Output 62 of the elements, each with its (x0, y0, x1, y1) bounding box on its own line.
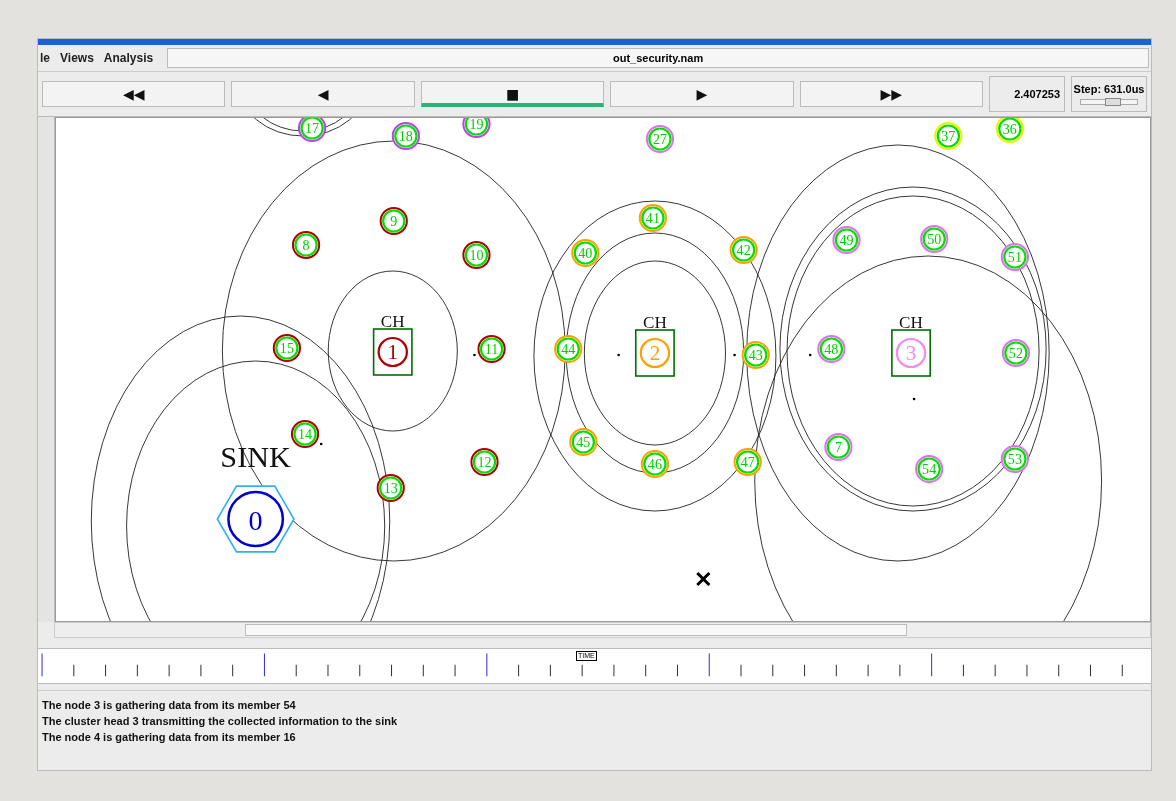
network-node: 27 (645, 125, 675, 153)
step-label: Step: 631.0us (1073, 83, 1145, 95)
network-node: 8 (291, 231, 321, 259)
menu-item[interactable]: le (40, 51, 50, 65)
log-message: The node 4 is gathering data from its member 16 (42, 730, 297, 745)
network-node: 43 (741, 341, 770, 369)
cluster-head-node: 2 (634, 329, 675, 377)
network-node: 53 (1000, 445, 1029, 473)
node-label: CH (643, 313, 667, 332)
packet-dot (617, 353, 620, 357)
network-node: 47 (733, 448, 762, 476)
cluster-head-node: 3 (891, 329, 931, 377)
node-label: CH (899, 313, 923, 332)
network-node: 7 (824, 433, 853, 461)
network-node: 14 (290, 420, 320, 448)
network-node: 40 (571, 239, 600, 267)
network-node: 42 (729, 236, 758, 264)
network-node: 9 (379, 207, 408, 235)
playback-button[interactable]: ◀ (231, 81, 415, 107)
log-message: The cluster head 3 transmitting the collected information to the sink (42, 714, 399, 729)
network-node: 11 (477, 335, 506, 363)
node-label: CH (380, 312, 405, 331)
network-node: 44 (554, 335, 583, 363)
packet-dot (912, 397, 916, 401)
playback-button[interactable]: ▶▶ (799, 81, 984, 107)
log-message: The node 3 is gathering data from its member 54 (42, 698, 297, 713)
network-node: 12 (470, 448, 499, 476)
network-node: 15 (272, 334, 301, 362)
network-node: 48 (817, 335, 846, 363)
network-node: 13 (376, 474, 405, 502)
time-display: 2.407253 (989, 76, 1066, 112)
network-node: 46 (640, 450, 670, 478)
playback-button[interactable]: ▶ (610, 81, 794, 107)
file-title: out_security.nam (167, 48, 1149, 68)
sink-node: 0 (216, 485, 295, 553)
network-node: 45 (569, 428, 598, 456)
step-slider[interactable] (1080, 99, 1139, 105)
scrollbar-thumb[interactable] (245, 624, 907, 636)
packet-dot (473, 353, 476, 357)
network-node: 49 (832, 226, 861, 254)
network-node: 19 (462, 118, 491, 138)
network-node: 37 (934, 122, 963, 150)
slider-thumb[interactable] (1104, 98, 1121, 106)
playback-button[interactable]: ■ (420, 81, 605, 107)
network-node: 50 (920, 225, 949, 253)
network-node: 51 (1000, 243, 1029, 271)
x-mark-icon (695, 571, 711, 587)
packet-dot (319, 442, 323, 446)
network-node: 17 (298, 118, 327, 142)
horizontal-scrollbar[interactable] (54, 622, 1151, 638)
cluster-head-node: 1 (372, 328, 413, 376)
playback-button[interactable]: ◀◀ (42, 81, 226, 107)
network-node: 18 (391, 122, 420, 150)
menu-item[interactable]: Views (60, 51, 94, 65)
network-node: 41 (638, 204, 668, 232)
network-node: 54 (915, 455, 944, 483)
menu-item[interactable]: Analysis (103, 51, 154, 65)
network-node: 52 (1001, 339, 1030, 367)
packet-dot (808, 353, 812, 357)
network-node: 10 (462, 241, 491, 269)
network-node: 36 (995, 118, 1024, 143)
packet-dot (733, 353, 736, 357)
